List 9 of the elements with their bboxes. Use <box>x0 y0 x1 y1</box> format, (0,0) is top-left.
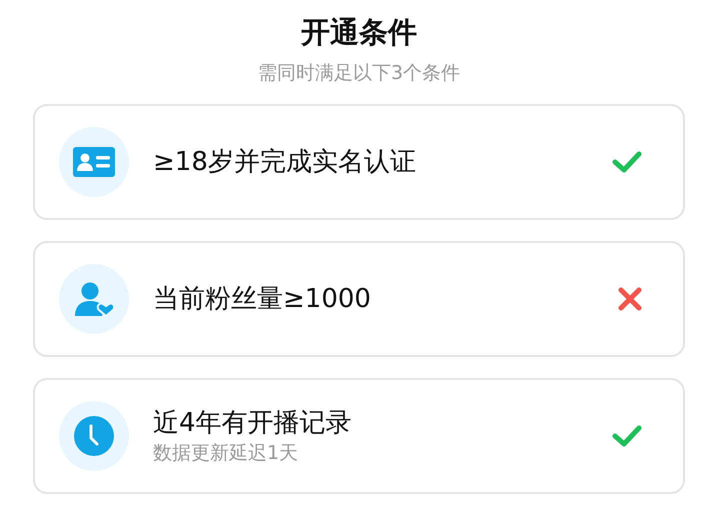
id-card-icon <box>73 147 115 177</box>
condition-label: ≥18岁并完成实名认证 <box>153 146 417 179</box>
page-subtitle: 需同时满足以下3个条件 <box>256 61 462 86</box>
condition-label: 当前粉丝量≥1000 <box>153 283 372 316</box>
condition-label: 近4年有开播记录 <box>153 407 353 440</box>
person-heart-icon <box>75 282 113 316</box>
condition-note: 数据更新延迟1天 <box>153 441 300 466</box>
page-title: 开通条件 <box>300 14 418 51</box>
clock-icon <box>74 416 114 456</box>
